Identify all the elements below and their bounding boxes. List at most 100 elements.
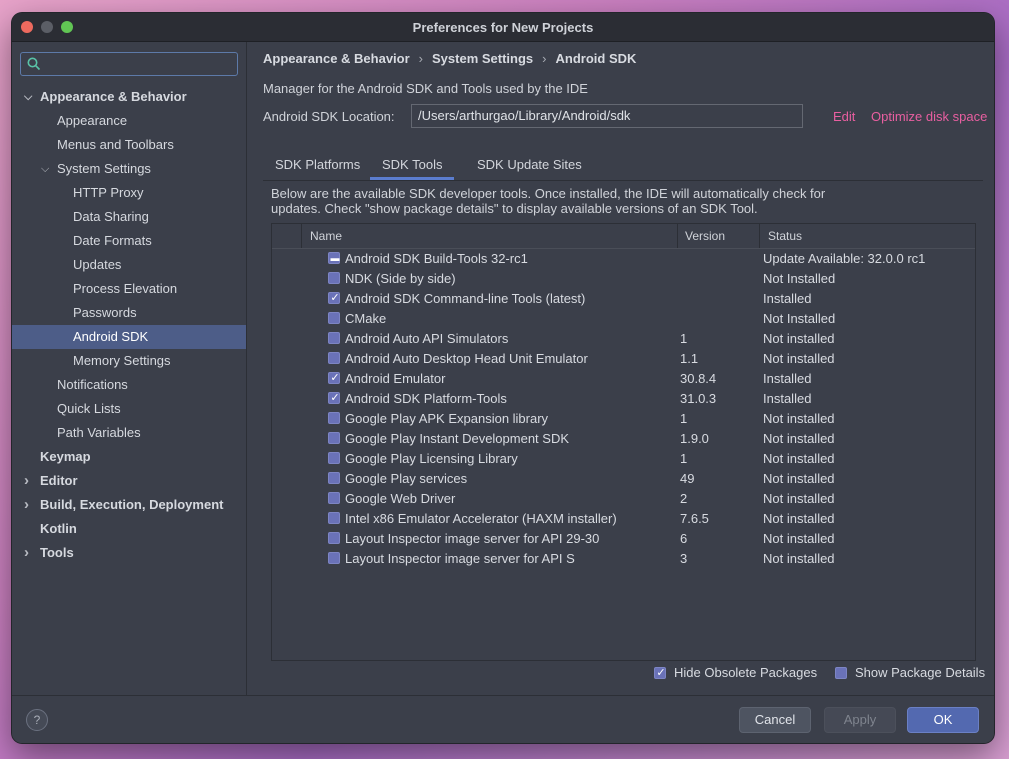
sidebar-item-label: Appearance & Behavior bbox=[40, 89, 187, 104]
table-row[interactable]: ✓ Android SDK Command-line Tools (latest)… bbox=[272, 289, 975, 309]
sidebar-item-keymap[interactable]: Keymap bbox=[12, 445, 246, 469]
ok-button[interactable]: OK bbox=[907, 707, 979, 733]
table-row[interactable]: ✓ Android Emulator 30.8.4 Installed bbox=[272, 369, 975, 389]
table-row[interactable]: Intel x86 Emulator Accelerator (HAXM ins… bbox=[272, 509, 975, 529]
table-row[interactable]: Layout Inspector image server for API 29… bbox=[272, 529, 975, 549]
package-status: Not Installed bbox=[763, 271, 836, 286]
package-name: NDK (Side by side) bbox=[345, 271, 456, 286]
breadcrumb-system-settings[interactable]: System Settings bbox=[432, 51, 533, 66]
chevron-right-icon[interactable]: › bbox=[24, 493, 29, 517]
package-status: Not installed bbox=[763, 471, 835, 486]
table-row[interactable]: ▬ Android SDK Build-Tools 32-rc1 Update Av… bbox=[272, 249, 975, 269]
sidebar-item-notifications[interactable]: Notifications bbox=[12, 373, 246, 397]
package-name: Android SDK Build-Tools 32-rc1 bbox=[345, 251, 528, 266]
table-row[interactable]: Android Auto Desktop Head Unit Emulator 1… bbox=[272, 349, 975, 369]
tab-sdk-update-sites[interactable]: SDK Update Sites bbox=[477, 149, 582, 180]
package-checkbox[interactable] bbox=[328, 512, 340, 524]
table-row[interactable]: Google Play APK Expansion library 1 Not in… bbox=[272, 409, 975, 429]
breadcrumb-appearance-behavior[interactable]: Appearance & Behavior bbox=[263, 51, 410, 66]
settings-search-input[interactable] bbox=[20, 52, 238, 76]
sidebar-item-appearance[interactable]: Appearance bbox=[12, 109, 246, 133]
hide-obsolete-checkbox[interactable]: ✓ bbox=[654, 667, 666, 679]
sidebar-item-data-sharing[interactable]: Data Sharing bbox=[12, 205, 246, 229]
column-header-version[interactable]: Version bbox=[685, 224, 725, 248]
package-checkbox[interactable] bbox=[328, 412, 340, 424]
sidebar-item-path-variables[interactable]: Path Variables bbox=[12, 421, 246, 445]
column-divider[interactable] bbox=[759, 224, 760, 248]
package-checkbox[interactable] bbox=[328, 552, 340, 564]
sidebar-item-android-sdk[interactable]: Android SDK bbox=[12, 325, 246, 349]
checkmark-icon: ✓ bbox=[330, 292, 340, 304]
chevron-right-icon[interactable]: › bbox=[24, 469, 29, 493]
tab-sdk-tools[interactable]: SDK Tools bbox=[370, 149, 455, 180]
package-checkbox[interactable] bbox=[328, 492, 340, 504]
sidebar-item-menus-and-toolbars[interactable]: Menus and Toolbars bbox=[12, 133, 246, 157]
sidebar-item-label: HTTP Proxy bbox=[73, 185, 144, 200]
package-checkbox[interactable]: ✓ bbox=[328, 392, 340, 404]
package-checkbox[interactable] bbox=[328, 352, 340, 364]
edit-link[interactable]: Edit bbox=[833, 109, 855, 124]
table-row[interactable]: Layout Inspector image server for API S 3… bbox=[272, 549, 975, 569]
window-title: Preferences for New Projects bbox=[412, 20, 594, 35]
cancel-button[interactable]: Cancel bbox=[739, 707, 811, 733]
package-status: Installed bbox=[763, 291, 812, 306]
package-checkbox[interactable]: ✓ bbox=[328, 292, 340, 304]
package-version: 49 bbox=[680, 471, 695, 486]
package-status: Not installed bbox=[763, 411, 835, 426]
sidebar-item-quick-lists[interactable]: Quick Lists bbox=[12, 397, 246, 421]
package-checkbox[interactable]: ▬ bbox=[328, 252, 340, 264]
column-divider[interactable] bbox=[677, 224, 678, 248]
sidebar-item-passwords[interactable]: Passwords bbox=[12, 301, 246, 325]
table-row[interactable]: Google Play services 49 Not installed bbox=[272, 469, 975, 489]
sidebar-item-memory-settings[interactable]: Memory Settings bbox=[12, 349, 246, 373]
sidebar-item-build-execution-deployment[interactable]: › Build, Execution, Deployment bbox=[12, 493, 246, 517]
table-row[interactable]: Android Auto API Simulators 1 Not installe… bbox=[272, 329, 975, 349]
sidebar-item-process-elevation[interactable]: Process Elevation bbox=[12, 277, 246, 301]
note-line-1: Below are the available SDK developer to… bbox=[271, 186, 826, 201]
sidebar-item-kotlin[interactable]: Kotlin bbox=[12, 517, 246, 541]
breadcrumb-separator: › bbox=[542, 51, 547, 66]
chevron-down-icon[interactable]: ⌵ bbox=[24, 85, 32, 109]
chevron-right-icon[interactable]: › bbox=[24, 541, 29, 565]
sidebar-item-date-formats[interactable]: Date Formats bbox=[12, 229, 246, 253]
column-header-status[interactable]: Status bbox=[768, 224, 802, 248]
table-row[interactable]: Google Play Instant Development SDK 1.9.0… bbox=[272, 429, 975, 449]
chevron-down-icon[interactable]: ⌵ bbox=[41, 157, 49, 181]
table-row[interactable]: Google Web Driver 2 Not installed bbox=[272, 489, 975, 509]
package-name: Android Auto API Simulators bbox=[345, 331, 509, 346]
sidebar-item-appearance-behavior[interactable]: ⌵ Appearance & Behavior bbox=[12, 85, 246, 109]
sidebar-item-system-settings[interactable]: ⌵ System Settings bbox=[12, 157, 246, 181]
sidebar-item-label: System Settings bbox=[57, 161, 151, 176]
table-row[interactable]: CMake Not Installed bbox=[272, 309, 975, 329]
package-checkbox[interactable] bbox=[328, 312, 340, 324]
show-package-details-checkbox[interactable] bbox=[835, 667, 847, 679]
sidebar-item-editor[interactable]: › Editor bbox=[12, 469, 246, 493]
apply-button[interactable]: Apply bbox=[824, 707, 896, 733]
breadcrumb: Appearance & Behavior › System Settings › An… bbox=[263, 51, 636, 66]
package-status: Not installed bbox=[763, 451, 835, 466]
sidebar-item-label: Date Formats bbox=[73, 233, 152, 248]
table-row[interactable]: NDK (Side by side) Not Installed bbox=[272, 269, 975, 289]
package-checkbox[interactable] bbox=[328, 472, 340, 484]
package-name: Google Web Driver bbox=[345, 491, 456, 506]
package-checkbox[interactable] bbox=[328, 432, 340, 444]
sdk-location-field[interactable]: /Users/arthurgao/Library/Android/sdk bbox=[411, 104, 803, 128]
package-checkbox[interactable] bbox=[328, 332, 340, 344]
sdk-location-label: Android SDK Location: bbox=[263, 109, 395, 124]
package-name: Intel x86 Emulator Accelerator (HAXM ins… bbox=[345, 511, 617, 526]
sidebar-item-updates[interactable]: Updates bbox=[12, 253, 246, 277]
package-checkbox[interactable] bbox=[328, 272, 340, 284]
tab-sdk-platforms[interactable]: SDK Platforms bbox=[275, 149, 360, 180]
help-icon[interactable]: ? bbox=[26, 709, 48, 731]
package-checkbox[interactable] bbox=[328, 532, 340, 544]
sidebar-item-label: Updates bbox=[73, 257, 122, 272]
preferences-window: Preferences for New Projects ⌵ Appearance… bbox=[12, 13, 994, 743]
optimize-disk-space-link[interactable]: Optimize disk space bbox=[871, 109, 987, 124]
package-checkbox[interactable]: ✓ bbox=[328, 372, 340, 384]
package-checkbox[interactable] bbox=[328, 452, 340, 464]
sidebar-item-tools[interactable]: › Tools bbox=[12, 541, 246, 565]
table-row[interactable]: Google Play Licensing Library 1 Not instal… bbox=[272, 449, 975, 469]
table-row[interactable]: ✓ Android SDK Platform-Tools 31.0.3 Install… bbox=[272, 389, 975, 409]
column-header-name[interactable]: Name bbox=[310, 224, 342, 248]
sidebar-item-http-proxy[interactable]: HTTP Proxy bbox=[12, 181, 246, 205]
